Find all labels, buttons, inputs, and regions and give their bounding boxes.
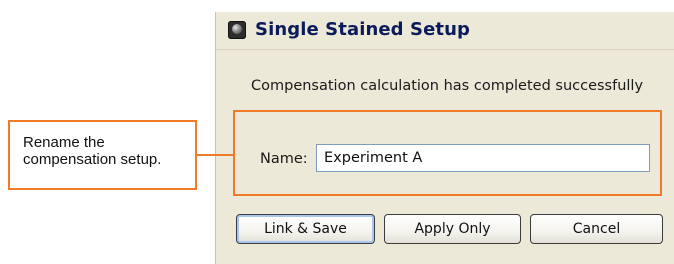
callout-line-1: Rename the bbox=[23, 134, 105, 151]
callout-line-2: compensation setup. bbox=[23, 151, 162, 168]
link-and-save-button[interactable]: Link & Save bbox=[236, 214, 375, 244]
callout-text: Rename the compensation setup. bbox=[23, 134, 198, 168]
dialog-titlebar[interactable]: Single Stained Setup bbox=[216, 12, 674, 50]
annotation-highlight-box bbox=[233, 110, 662, 196]
app-icon bbox=[228, 21, 246, 39]
status-message: Compensation calculation has completed s… bbox=[251, 78, 644, 94]
dialog-title: Single Stained Setup bbox=[255, 19, 471, 40]
cancel-button[interactable]: Cancel bbox=[530, 214, 663, 244]
screenshot-stage: Single Stained Setup Compensation calcul… bbox=[0, 0, 674, 264]
annotation-connector-line bbox=[196, 154, 234, 156]
apply-only-button[interactable]: Apply Only bbox=[384, 214, 521, 244]
annotation-callout: Rename the compensation setup. bbox=[8, 120, 197, 190]
